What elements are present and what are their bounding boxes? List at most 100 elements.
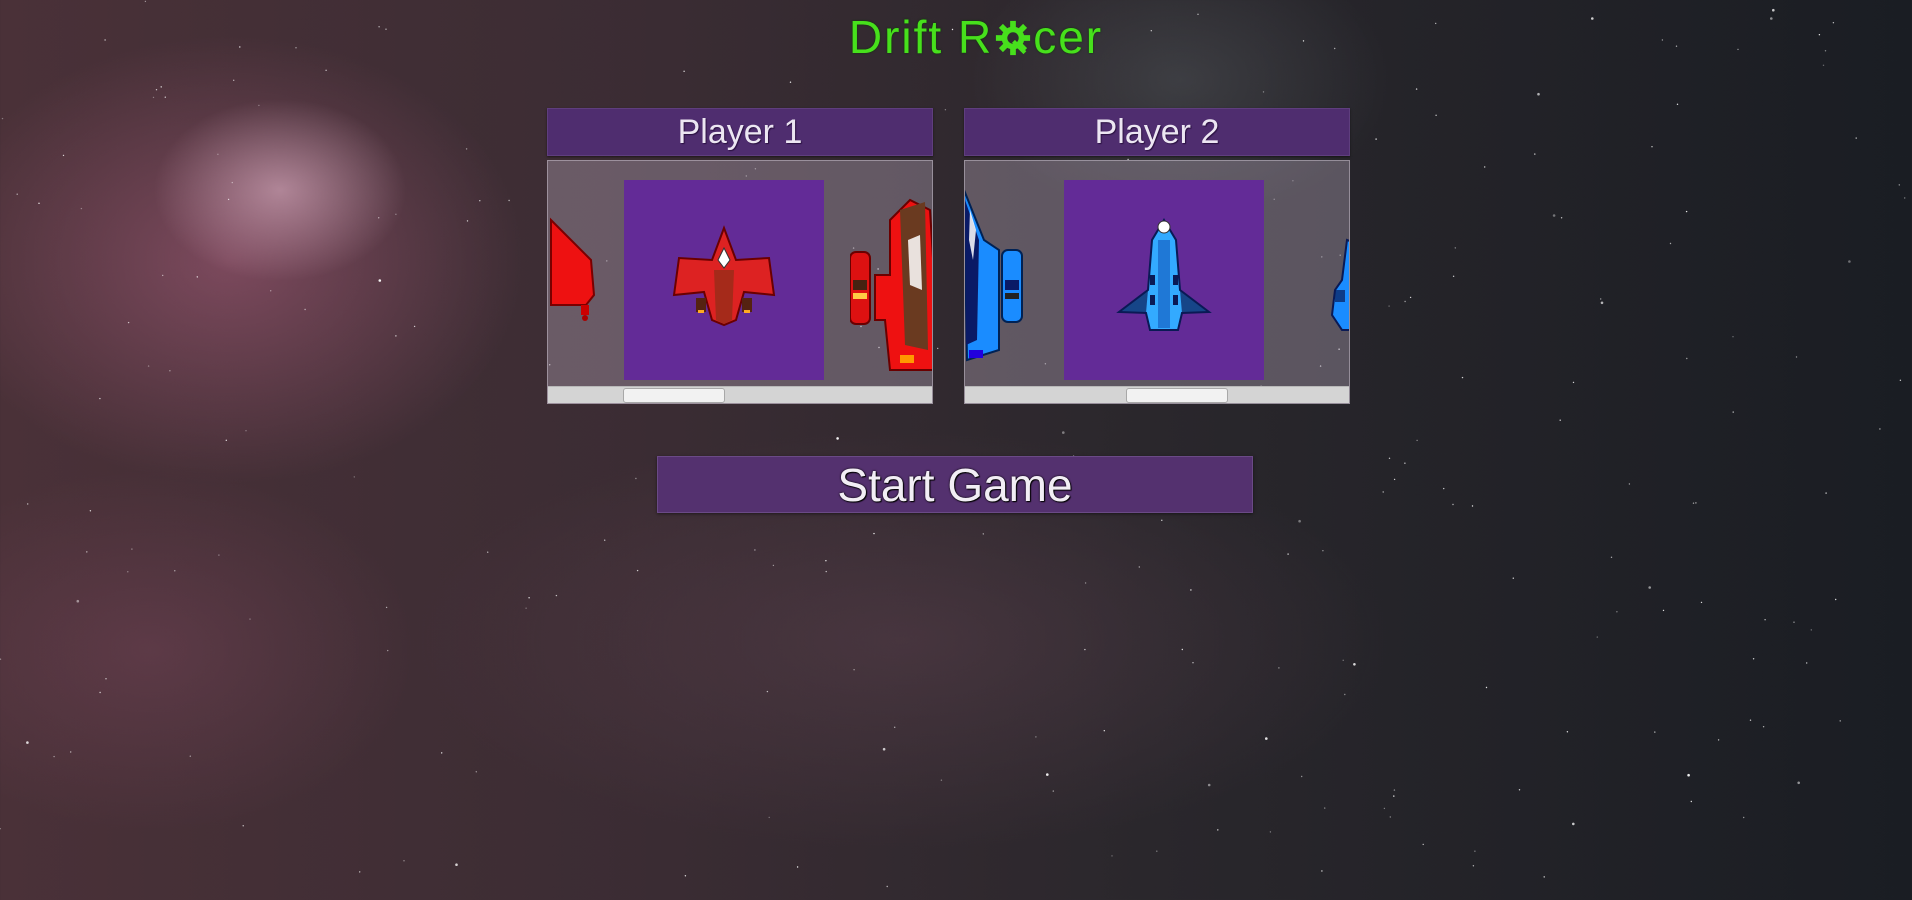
ship-option-blue-selected[interactable] (1064, 180, 1264, 380)
star (270, 290, 272, 292)
star (164, 96, 166, 98)
star (169, 370, 171, 372)
star (403, 860, 405, 862)
star (1512, 577, 1515, 579)
star (1484, 166, 1486, 168)
star (80, 207, 83, 210)
star (1452, 275, 1455, 277)
ship-option-blue-partial[interactable] (965, 180, 1039, 380)
star (105, 678, 107, 680)
star (245, 430, 247, 432)
star (772, 564, 775, 567)
star (1848, 260, 1851, 263)
star (1265, 737, 1268, 740)
player-2-scroll-thumb[interactable] (1126, 388, 1228, 403)
star (1287, 553, 1289, 555)
star (853, 669, 855, 671)
star (1651, 146, 1653, 148)
star (1628, 483, 1631, 485)
ship-option-red-large[interactable] (850, 180, 932, 380)
player-2-scrollbar[interactable] (965, 386, 1349, 403)
star (1084, 582, 1087, 584)
star (1700, 601, 1703, 604)
star (1404, 462, 1406, 464)
star (1324, 807, 1326, 809)
star (1855, 137, 1857, 139)
start-game-button[interactable]: Start Game (657, 456, 1253, 513)
player-1-ship-carousel[interactable] (547, 160, 933, 404)
star (1695, 502, 1697, 504)
star (70, 751, 72, 753)
star (242, 825, 244, 827)
star (131, 548, 133, 550)
star (53, 755, 55, 758)
star (635, 477, 637, 480)
star (1192, 662, 1194, 664)
star (1752, 658, 1755, 660)
star (508, 199, 510, 202)
player-1-panel: Player 1 (547, 108, 933, 404)
star (225, 439, 227, 441)
star (1687, 773, 1690, 777)
ship-option-red-partial[interactable] (548, 180, 601, 380)
star (1518, 789, 1521, 791)
player-1-scrollbar[interactable] (548, 386, 932, 403)
star (1669, 242, 1672, 245)
star (479, 200, 481, 202)
star (1278, 667, 1280, 669)
star (1035, 736, 1037, 738)
star (1534, 153, 1536, 155)
star (359, 871, 361, 873)
red-ship-icon (550, 217, 596, 321)
star (1743, 816, 1745, 819)
star (86, 551, 88, 553)
star (76, 599, 80, 603)
star (304, 308, 306, 311)
star (825, 560, 827, 562)
star (1388, 305, 1390, 307)
ship-option-red-selected[interactable] (624, 180, 824, 380)
game-title: Drift R cer (0, 10, 1912, 64)
star (16, 193, 18, 195)
star (441, 752, 443, 754)
star (1732, 336, 1734, 338)
starfield-background (0, 0, 1906, 888)
star (1610, 556, 1613, 558)
star (99, 397, 101, 400)
player-1-label: Player 1 (677, 113, 803, 151)
gear-wrench-icon (996, 20, 1031, 56)
star (189, 755, 191, 757)
star (684, 875, 687, 877)
star (944, 109, 947, 111)
star (754, 549, 756, 551)
player-1-scroll-thumb[interactable] (623, 388, 725, 403)
star (1764, 619, 1766, 621)
star (1181, 648, 1184, 651)
player-2-ship-carousel[interactable] (964, 160, 1350, 404)
star (1552, 214, 1556, 217)
star (1393, 789, 1396, 791)
star (1046, 773, 1049, 776)
star (1654, 731, 1656, 733)
star (155, 89, 158, 91)
star (1839, 720, 1841, 722)
star (1676, 103, 1679, 106)
star (982, 533, 984, 535)
star (1732, 411, 1734, 413)
star (1422, 843, 1424, 846)
star (1600, 298, 1602, 300)
star (1301, 775, 1303, 778)
star (1648, 586, 1651, 589)
star (1344, 693, 1346, 696)
star (1443, 487, 1445, 490)
ship-option-blue-partial-right[interactable] (1317, 180, 1349, 380)
star (1415, 88, 1418, 90)
star (218, 554, 220, 556)
star (1103, 730, 1106, 732)
star (162, 274, 164, 277)
star (249, 618, 251, 620)
star (1835, 598, 1837, 601)
star (1717, 739, 1720, 741)
star (89, 510, 92, 512)
star (455, 863, 458, 866)
